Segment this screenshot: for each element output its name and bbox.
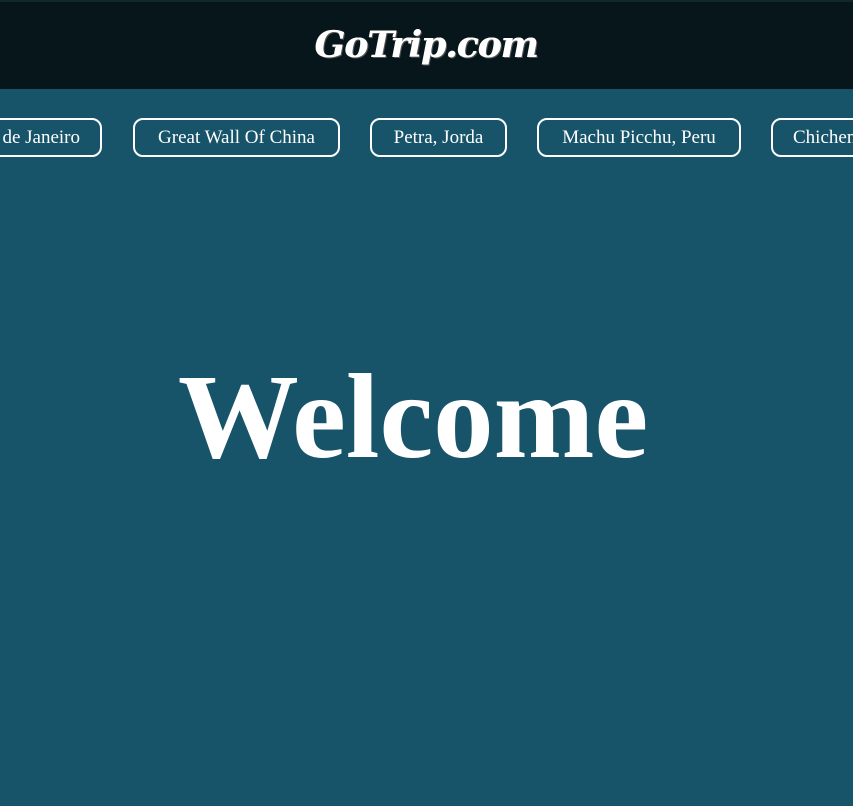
hero-section: Welcome <box>0 185 853 806</box>
welcome-heading: Welcome <box>177 350 649 484</box>
site-logo[interactable]: GoTrip.com <box>0 20 853 70</box>
nav-item-machu-picchu-peru[interactable]: Machu Picchu, Peru <box>537 118 741 157</box>
nav-item-chichen-itza[interactable]: Chichen <box>771 118 853 157</box>
nav-item-rio-de-janeiro[interactable]: de Janeiro <box>0 118 102 157</box>
site-header: GoTrip.com <box>0 0 853 89</box>
nav-item-great-wall-of-china[interactable]: Great Wall Of China <box>133 118 340 157</box>
destination-nav: de Janeiro Great Wall Of China Petra, Jo… <box>0 89 853 185</box>
nav-item-petra-jordan[interactable]: Petra, Jorda <box>370 118 507 157</box>
